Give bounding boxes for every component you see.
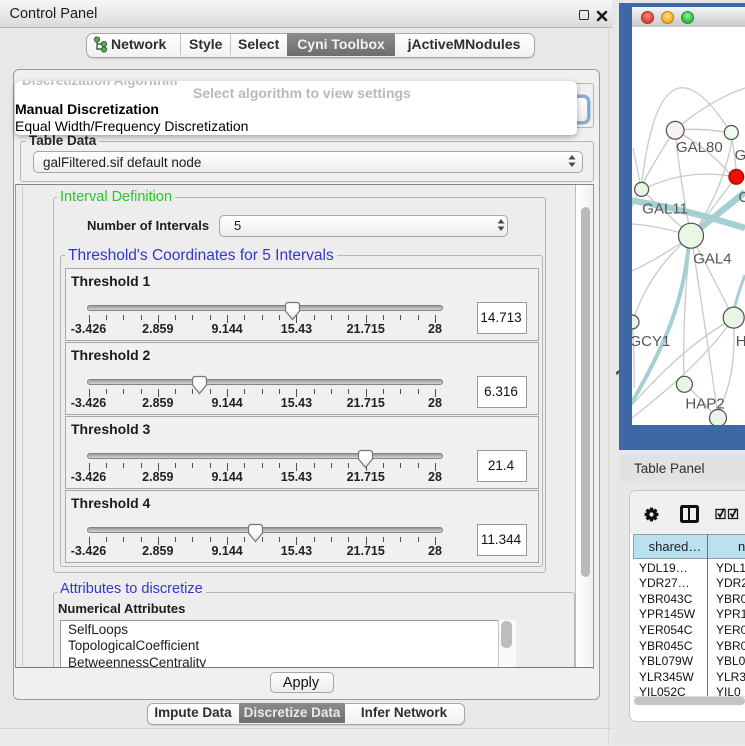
svg-text:C: C (738, 189, 745, 206)
svg-text:HAP2: HAP2 (685, 396, 724, 413)
svg-text:H: H (736, 333, 745, 350)
svg-text:GAL80: GAL80 (676, 139, 723, 156)
svg-text:GCY1: GCY1 (632, 333, 670, 350)
svg-text:GAL4: GAL4 (693, 251, 731, 268)
svg-text:GAL11: GAL11 (642, 200, 688, 217)
svg-text:GA: GA (735, 147, 745, 164)
